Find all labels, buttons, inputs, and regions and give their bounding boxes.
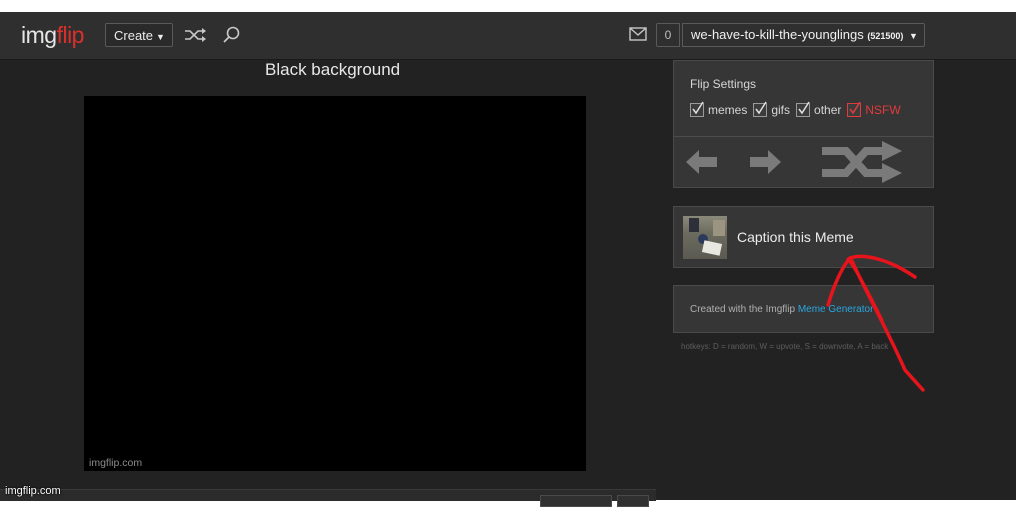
search-icon[interactable] [222, 25, 242, 50]
gifs-checkbox[interactable] [753, 101, 768, 117]
notification-count[interactable]: 0 [656, 23, 680, 47]
flip-settings-panel: Flip Settings memes gifs other NSFW [673, 60, 934, 188]
previous-arrow-icon[interactable] [685, 149, 719, 180]
other-label: other [814, 103, 842, 117]
create-label: Create [114, 28, 154, 43]
red-arrow-annotation [820, 245, 930, 400]
image-title: Black background [265, 60, 401, 79]
logo-img-text: img [21, 22, 57, 48]
meme-image[interactable]: imgflip.com [84, 96, 586, 471]
credit-prefix: Created with the Imgflip [690, 304, 798, 315]
flip-settings-title: Flip Settings [690, 77, 757, 91]
option-memes[interactable]: memes [690, 101, 748, 117]
option-gifs[interactable]: gifs [753, 101, 791, 117]
next-arrow-icon[interactable] [748, 149, 782, 180]
nsfw-checkbox[interactable] [847, 101, 862, 117]
meme-thumbnail [683, 216, 727, 259]
bottom-button-small[interactable] [617, 495, 649, 507]
imgflip-logo[interactable]: imgflip [21, 22, 84, 49]
option-nsfw[interactable]: NSFW [847, 101, 901, 117]
chevron-down-icon: ▼ [908, 31, 918, 41]
nsfw-label: NSFW [865, 103, 901, 117]
bottom-button[interactable] [540, 495, 612, 507]
username: we-have-to-kill-the-younglings [691, 27, 864, 42]
user-points: (521500) [867, 31, 904, 41]
random-shuffle-icon[interactable] [820, 141, 904, 190]
chevron-down-icon: ▼ [156, 32, 165, 42]
option-other[interactable]: other [796, 101, 842, 117]
create-menu-button[interactable]: Create ▼ [105, 23, 173, 47]
memes-checkbox[interactable] [690, 101, 704, 117]
mail-icon[interactable] [629, 27, 647, 46]
image-watermark: imgflip.com [89, 457, 143, 469]
memes-label: memes [708, 103, 748, 117]
logo-flip-text: flip [56, 22, 85, 48]
site-watermark: imgflip.com [5, 485, 61, 497]
divider [674, 136, 933, 137]
gifs-label: gifs [771, 103, 791, 117]
caption-label: Caption this Meme [737, 229, 854, 245]
top-navbar: imgflip Create ▼ 0 we-have-to-kill-the-yo… [0, 12, 1016, 60]
flip-options: memes gifs other NSFW [690, 101, 907, 117]
shuffle-icon[interactable] [184, 26, 208, 49]
other-checkbox[interactable] [796, 101, 811, 117]
user-menu-button[interactable]: we-have-to-kill-the-younglings (521500) … [682, 23, 925, 47]
